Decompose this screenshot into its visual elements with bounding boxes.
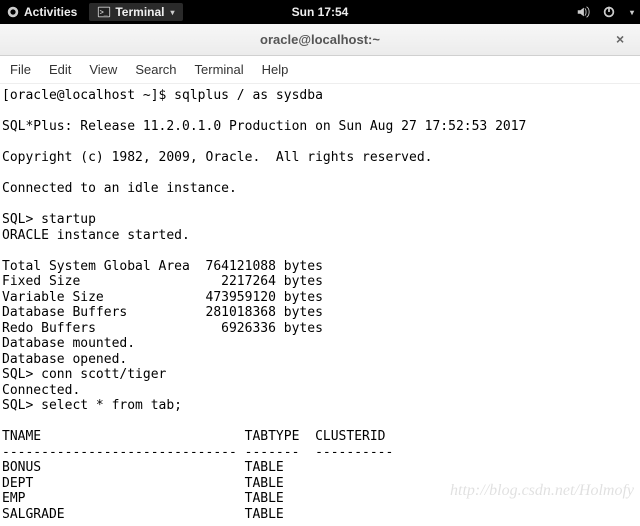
- topbar-left: Activities >_ Terminal ▾: [6, 3, 183, 21]
- taskbar-terminal[interactable]: >_ Terminal ▾: [89, 3, 182, 21]
- activities-button[interactable]: Activities: [6, 5, 77, 19]
- close-button[interactable]: ×: [616, 32, 630, 46]
- menubar: File Edit View Search Terminal Help: [0, 56, 640, 84]
- menu-file[interactable]: File: [10, 62, 31, 77]
- terminal-output[interactable]: [oracle@localhost ~]$ sqlplus / as sysdb…: [0, 84, 640, 526]
- menu-edit[interactable]: Edit: [49, 62, 71, 77]
- terminal-icon: >_: [97, 5, 111, 19]
- svg-text:>_: >_: [100, 10, 108, 17]
- gnome-topbar: Activities >_ Terminal ▾ Sun 17:54 ▾: [0, 0, 640, 24]
- chevron-down-icon: ▾: [170, 8, 174, 17]
- window-title: oracle@localhost:~: [260, 32, 380, 47]
- power-icon[interactable]: [602, 5, 616, 19]
- window-titlebar: oracle@localhost:~ ×: [0, 24, 640, 56]
- topbar-right: ▾: [576, 5, 634, 19]
- menu-terminal[interactable]: Terminal: [195, 62, 244, 77]
- volume-icon[interactable]: [576, 5, 590, 19]
- menu-search[interactable]: Search: [135, 62, 176, 77]
- activities-label: Activities: [24, 5, 77, 19]
- clock[interactable]: Sun 17:54: [292, 5, 349, 19]
- chevron-down-icon[interactable]: ▾: [630, 8, 634, 17]
- activities-icon: [6, 5, 20, 19]
- menu-help[interactable]: Help: [262, 62, 289, 77]
- taskbar-label: Terminal: [115, 5, 164, 19]
- menu-view[interactable]: View: [89, 62, 117, 77]
